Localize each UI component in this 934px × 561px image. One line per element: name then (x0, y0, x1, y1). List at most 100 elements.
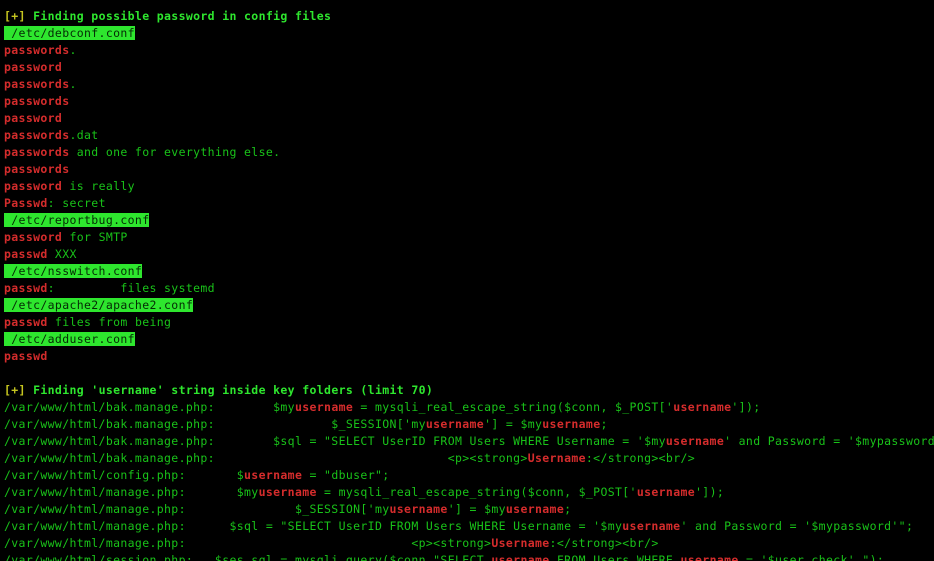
section-title: Finding 'username' string inside key fol… (25, 383, 434, 397)
text-run: ' and Password = '$mypassword'"; (680, 519, 914, 533)
matched-file-path: /etc/nsswitch.conf (0, 263, 934, 280)
text-run: /var/www/html/session.php: $ses_sql = my… (4, 553, 492, 561)
keyword-match: username (425, 417, 485, 431)
text-run: :</strong><br/> (549, 536, 659, 550)
text-run: = mysqli_real_escape_string($conn, $_POS… (353, 400, 674, 414)
match-line: passwd (0, 348, 934, 365)
text-run: /var/www/html/bak.manage.php: $_SESSION[… (4, 417, 426, 431)
keyword-match: Username (527, 451, 586, 465)
keyword-match: passwords (4, 77, 70, 91)
file-path-highlight: /etc/reportbug.conf (4, 213, 150, 227)
grep-result-line: /var/www/html/bak.manage.php: $_SESSION[… (0, 416, 934, 433)
grep-result-line: /var/www/html/session.php: $ses_sql = my… (0, 552, 934, 561)
file-path-highlight: /etc/nsswitch.conf (4, 264, 143, 278)
keyword-match: password (4, 230, 63, 244)
text-run: = '$user_check' "); (738, 553, 885, 561)
text-run: /var/www/html/manage.php: $sql = "SELECT… (4, 519, 623, 533)
match-line: Passwd: secret (0, 195, 934, 212)
text-run: ']); (695, 485, 725, 499)
text-run: /var/www/html/bak.manage.php: $sql = "SE… (4, 434, 666, 448)
keyword-match: passwd (4, 315, 48, 329)
keyword-match: username (244, 468, 303, 482)
match-line: password for SMTP (0, 229, 934, 246)
match-line: passwords and one for everything else. (0, 144, 934, 161)
grep-result-line: /var/www/html/config.php: $username = "d… (0, 467, 934, 484)
text-run: = mysqli_real_escape_string($conn, $_POS… (316, 485, 637, 499)
keyword-match: username (294, 400, 354, 414)
matched-file-path: /etc/reportbug.conf (0, 212, 934, 229)
match-line: passwd: files systemd (0, 280, 934, 297)
file-path-highlight: /etc/apache2/apache2.conf (4, 298, 194, 312)
keyword-match: username (258, 485, 317, 499)
text-run: /var/www/html/manage.php: $my (4, 485, 259, 499)
text-run: '] = $my (447, 502, 506, 516)
match-line: passwd files from being (0, 314, 934, 331)
text-run: /var/www/html/bak.manage.php: $my (4, 400, 295, 414)
keyword-match: username (389, 502, 448, 516)
section-marker: [+] (4, 9, 26, 23)
text-run: : files systemd (47, 281, 215, 295)
terminal-output: [+] Finding process password for 20sec (… (0, 0, 934, 561)
text-run: ; (600, 417, 608, 431)
section-marker: [+] (4, 383, 26, 397)
keyword-match: username (636, 485, 696, 499)
matched-file-path: /etc/apache2/apache2.conf (0, 297, 934, 314)
matched-file-path: /etc/adduser.conf (0, 331, 934, 348)
keyword-match: username (622, 519, 681, 533)
grep-result-line: /var/www/html/manage.php: $myusername = … (0, 484, 934, 501)
text-run: ' and Password = '$mypassword'"; (724, 434, 934, 448)
grep-result-line: /var/www/html/manage.php: <p><strong>Use… (0, 535, 934, 552)
match-line: password (0, 110, 934, 127)
keyword-match: passwords (4, 94, 70, 108)
match-line: passwd XXX (0, 246, 934, 263)
text-run: = "dbuser"; (302, 468, 390, 482)
keyword-match: Username (491, 536, 550, 550)
grep-result-line: /var/www/html/bak.manage.php: $sql = "SE… (0, 433, 934, 450)
section-header-username-in-key-folders: [+] Finding 'username' string inside key… (0, 382, 934, 399)
keyword-match: passwords (4, 43, 70, 57)
text-run: XXX (47, 247, 77, 261)
text-run: '] = $my (484, 417, 543, 431)
text-run: and one for everything else. (69, 145, 281, 159)
match-line: passwords. (0, 42, 934, 59)
grep-result-line: /var/www/html/manage.php: $_SESSION['myu… (0, 501, 934, 518)
text-run: ']); (731, 400, 761, 414)
keyword-match: password (4, 111, 63, 125)
text-run: FROM Users WHERE (549, 553, 681, 561)
text-run: : secret (47, 196, 106, 210)
match-line: password (0, 59, 934, 76)
match-line: passwords (0, 93, 934, 110)
keyword-match: password (4, 179, 63, 193)
keyword-match: passwd (4, 349, 48, 363)
keyword-match: passwords (4, 145, 70, 159)
text-run: is really (62, 179, 135, 193)
section-title: Finding possible password in config file… (25, 9, 332, 23)
section-header-passwords-in-config: [+] Finding possible password in config … (0, 8, 934, 25)
text-run: . (69, 43, 77, 57)
match-line: passwords. (0, 76, 934, 93)
match-line: password is really (0, 178, 934, 195)
keyword-match: passwd (4, 247, 48, 261)
grep-result-line: /var/www/html/manage.php: $sql = "SELECT… (0, 518, 934, 535)
keyword-match: passwords (4, 128, 70, 142)
text-run: /var/www/html/bak.manage.php: <p><strong… (4, 451, 528, 465)
text-run: /var/www/html/manage.php: <p><strong> (4, 536, 492, 550)
text-run: . (69, 77, 77, 91)
keyword-match: username (491, 553, 550, 561)
keyword-match: Passwd (4, 196, 48, 210)
text-run: :</strong><br/> (585, 451, 696, 465)
terminal-window[interactable]: [+] Finding process password for 20sec (… (0, 0, 934, 561)
keyword-match: username (673, 400, 732, 414)
keyword-match: username (505, 502, 565, 516)
keyword-match: username (680, 553, 739, 561)
text-run: ; (564, 502, 572, 516)
text-run: for SMTP (62, 230, 128, 244)
match-line: passwords.dat (0, 127, 934, 144)
grep-result-line: /var/www/html/bak.manage.php: $myusernam… (0, 399, 934, 416)
match-line: passwords (0, 161, 934, 178)
keyword-match: passwords (4, 162, 70, 176)
matched-file-path: /etc/debconf.conf (0, 25, 934, 42)
text-run: /var/www/html/config.php: $ (4, 468, 245, 482)
